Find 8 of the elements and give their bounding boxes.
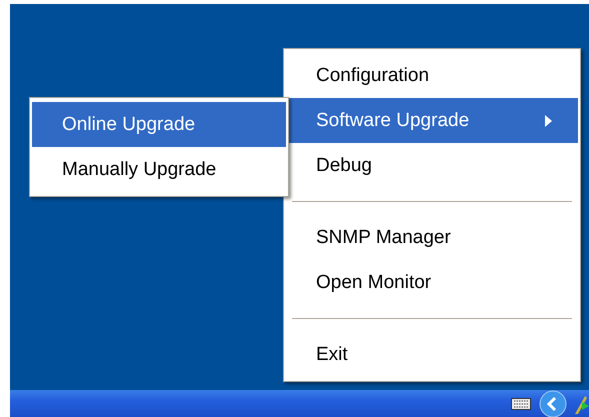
menu-item[interactable]: Open Monitor [286,260,578,305]
menu-item[interactable]: Manually Upgrade [32,147,286,192]
menu-item[interactable]: SNMP Manager [286,215,578,260]
menu-item[interactable]: Online Upgrade [32,102,286,147]
menu-item[interactable]: Software Upgrade [286,98,578,143]
menu-item[interactable]: Debug [286,143,578,188]
menu-item[interactable]: Exit [286,332,578,377]
menu-item[interactable]: Configuration [286,53,578,98]
